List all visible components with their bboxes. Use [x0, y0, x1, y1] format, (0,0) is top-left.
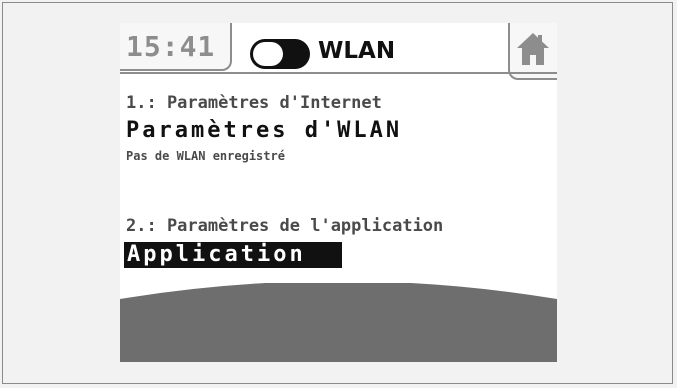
- home-icon: [517, 33, 549, 65]
- wlan-toggle[interactable]: [250, 39, 310, 69]
- menu-item-1-subtitle: Pas de WLAN enregistré: [126, 149, 285, 163]
- screen-title: WLAN: [318, 38, 396, 64]
- header-divider: [120, 72, 557, 74]
- menu-item-wlan-settings[interactable]: Paramètres d'WLAN: [126, 120, 402, 142]
- menu-item-1-number: 1.: Paramètres d'Internet: [126, 93, 382, 113]
- display-screen: 15:41 WLAN 1.: Paramètres d'Internet Par…: [120, 23, 557, 362]
- menu-item-application[interactable]: Application: [124, 242, 342, 268]
- menu-item-2-number: 2.: Paramètres de l'application: [126, 216, 444, 236]
- footer-wave: [120, 283, 557, 362]
- clock-time: 15:41: [126, 30, 216, 63]
- toggle-knob: [253, 42, 283, 66]
- clock-tab: 15:41: [120, 23, 232, 71]
